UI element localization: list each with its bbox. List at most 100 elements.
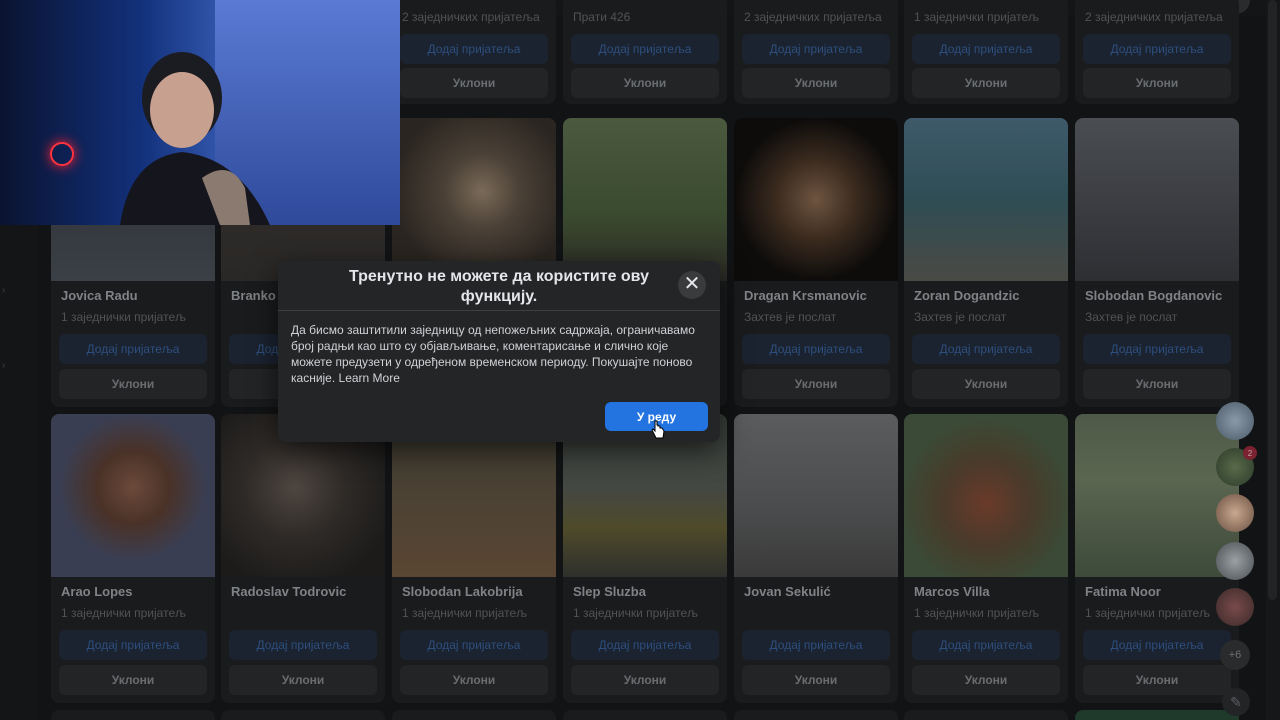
compose-icon[interactable]: ✎ bbox=[1222, 688, 1250, 716]
friend-name[interactable]: Dragan Krsmanovic bbox=[744, 288, 867, 303]
friend-name[interactable]: Radoslav Todrovic bbox=[231, 584, 346, 599]
hand-cursor-icon bbox=[651, 420, 665, 439]
profile-photo[interactable] bbox=[734, 118, 898, 281]
friend-name[interactable]: Fatima Noor bbox=[1085, 584, 1161, 599]
profile-photo[interactable] bbox=[51, 414, 215, 577]
add-friend-button[interactable]: Додај пријатеља bbox=[571, 630, 719, 660]
remove-button[interactable]: Уклони bbox=[742, 665, 890, 695]
add-friend-button[interactable]: Додај пријатеља bbox=[1083, 334, 1231, 364]
friend-name[interactable]: Marcos Villa bbox=[914, 584, 990, 599]
remove-button[interactable]: Уклони bbox=[1083, 68, 1231, 98]
friend-card bbox=[1075, 710, 1239, 720]
remove-button[interactable]: Уклони bbox=[742, 369, 890, 399]
add-friend-button[interactable]: Додај пријатеља bbox=[1083, 630, 1231, 660]
remove-button[interactable]: Уклони bbox=[912, 68, 1060, 98]
chevron-right-icon[interactable]: › bbox=[2, 285, 5, 296]
friend-name[interactable]: Slobodan Lakobrija bbox=[402, 584, 523, 599]
profile-photo[interactable] bbox=[734, 414, 898, 577]
friend-name[interactable]: Slobodan Bogdanovic bbox=[1085, 288, 1222, 303]
friend-name[interactable]: Slep Sluzba bbox=[573, 584, 646, 599]
webcam-overlay bbox=[0, 0, 400, 225]
more-chats-button[interactable]: +6 bbox=[1220, 640, 1250, 670]
mutual-friends-text: 1 заједнички пријатељ bbox=[573, 606, 698, 620]
followers-text: Прати 426 bbox=[573, 10, 631, 24]
request-status-text: Захтев је послат bbox=[744, 310, 837, 324]
profile-photo[interactable] bbox=[392, 118, 556, 281]
scrollbar-thumb[interactable] bbox=[1268, 0, 1277, 600]
friend-card: Прати 426 Додај пријатеља Уклони bbox=[563, 0, 727, 104]
friend-card: 2 заједничких пријатеља Додај пријатеља … bbox=[1075, 0, 1239, 104]
chat-avatar[interactable] bbox=[1216, 542, 1254, 580]
remove-button[interactable]: Уклони bbox=[229, 665, 377, 695]
rate-limit-dialog: Тренутно не можете да користите ову функ… bbox=[278, 261, 720, 442]
remove-button[interactable]: Уклони bbox=[571, 68, 719, 98]
remove-button[interactable]: Уклони bbox=[59, 665, 207, 695]
friend-card: Slep Sluzba 1 заједнички пријатељ Додај … bbox=[563, 414, 727, 703]
learn-more-link[interactable]: Learn More bbox=[339, 371, 400, 385]
add-friend-button[interactable]: Додај пријатеља bbox=[400, 630, 548, 660]
unread-badge: 2 bbox=[1243, 446, 1257, 460]
add-friend-button[interactable]: Додај пријатеља bbox=[229, 630, 377, 660]
mutual-friends-text: 2 заједничких пријатеља bbox=[402, 10, 540, 24]
friend-card: Fatima Noor 1 заједнички пријатељ Додај … bbox=[1075, 414, 1239, 703]
friend-card: Arao Lopes 1 заједнички пријатељ Додај п… bbox=[51, 414, 215, 703]
remove-button[interactable]: Уклони bbox=[59, 369, 207, 399]
add-friend-button[interactable]: Додај пријатеља bbox=[59, 334, 207, 364]
mutual-friends-text: 1 заједнички пријатељ bbox=[61, 310, 186, 324]
mutual-friends-text: 1 заједнички пријатељ bbox=[914, 606, 1039, 620]
page: › › 2 заједничких пријатеља Додај пријат… bbox=[0, 0, 1280, 720]
profile-photo[interactable] bbox=[563, 118, 727, 281]
friend-card: Slobodan Bogdanovic Захтев је послат Дод… bbox=[1075, 118, 1239, 407]
streamer-silhouette bbox=[120, 52, 270, 225]
profile-photo[interactable] bbox=[904, 118, 1068, 281]
add-friend-button[interactable]: Додај пријатеља bbox=[912, 334, 1060, 364]
chat-avatar[interactable] bbox=[1216, 402, 1254, 440]
friend-card bbox=[392, 710, 556, 720]
chat-avatar[interactable] bbox=[1216, 494, 1254, 532]
mutual-friends-text: 2 заједничких пријатеља bbox=[744, 10, 882, 24]
dialog-body: Да бисмо заштитили заједницу од непожељн… bbox=[291, 322, 706, 386]
profile-photo[interactable] bbox=[904, 414, 1068, 577]
friend-card bbox=[734, 710, 898, 720]
add-friend-button[interactable]: Додај пријатеља bbox=[742, 630, 890, 660]
friend-card: 2 заједничких пријатеља Додај пријатеља … bbox=[392, 0, 556, 104]
add-friend-button[interactable]: Додај пријатеља bbox=[742, 34, 890, 64]
add-friend-button[interactable]: Додај пријатеља bbox=[59, 630, 207, 660]
remove-button[interactable]: Уклони bbox=[912, 369, 1060, 399]
friend-card: Radoslav Todrovic Додај пријатеља Уклони bbox=[221, 414, 385, 703]
add-friend-button[interactable]: Додај пријатеља bbox=[742, 334, 890, 364]
mutual-friends-text: 1 заједнички пријатељ bbox=[61, 606, 186, 620]
friend-name[interactable]: Jovica Radu bbox=[61, 288, 138, 303]
remove-button[interactable]: Уклони bbox=[571, 665, 719, 695]
add-friend-button[interactable]: Додај пријатеља bbox=[912, 34, 1060, 64]
profile-photo[interactable] bbox=[1075, 414, 1239, 577]
add-friend-button[interactable]: Додај пријатеља bbox=[571, 34, 719, 64]
friend-card: Slobodan Lakobrija 1 заједнички пријатељ… bbox=[392, 414, 556, 703]
chevron-right-icon[interactable]: › bbox=[2, 360, 5, 371]
dialog-title: Тренутно не можете да користите ову функ… bbox=[348, 268, 650, 305]
friend-name[interactable]: Branko bbox=[231, 288, 276, 303]
friend-card: Marcos Villa 1 заједнички пријатељ Додај… bbox=[904, 414, 1068, 703]
profile-photo[interactable] bbox=[1075, 118, 1239, 281]
request-status-text: Захтев је послат bbox=[1085, 310, 1178, 324]
mutual-friends-text: 1 заједнички пријатељ bbox=[914, 10, 1039, 24]
friend-card: 1 заједнички пријатељ Додај пријатеља Ук… bbox=[904, 0, 1068, 104]
remove-button[interactable]: Уклони bbox=[912, 665, 1060, 695]
friend-card: Jovan Sekulić Додај пријатеља Уклони bbox=[734, 414, 898, 703]
friend-card: Dragan Krsmanovic Захтев је послат Додај… bbox=[734, 118, 898, 407]
add-friend-button[interactable]: Додај пријатеља bbox=[400, 34, 548, 64]
chat-avatar[interactable] bbox=[1216, 588, 1254, 626]
add-friend-button[interactable]: Додај пријатеља bbox=[1083, 34, 1231, 64]
remove-button[interactable]: Уклони bbox=[742, 68, 890, 98]
friend-name[interactable]: Arao Lopes bbox=[61, 584, 133, 599]
friend-name[interactable]: Zoran Dogandzic bbox=[914, 288, 1019, 303]
remove-button[interactable]: Уклони bbox=[1083, 665, 1231, 695]
remove-button[interactable]: Уклони bbox=[400, 665, 548, 695]
remove-button[interactable]: Уклони bbox=[1083, 369, 1231, 399]
mutual-friends-text: 2 заједничких пријатеља bbox=[1085, 10, 1223, 24]
friend-card bbox=[221, 710, 385, 720]
add-friend-button[interactable]: Додај пријатеља bbox=[912, 630, 1060, 660]
close-icon[interactable]: ✕ bbox=[678, 271, 706, 299]
remove-button[interactable]: Уклони bbox=[400, 68, 548, 98]
friend-name[interactable]: Jovan Sekulić bbox=[744, 584, 831, 599]
